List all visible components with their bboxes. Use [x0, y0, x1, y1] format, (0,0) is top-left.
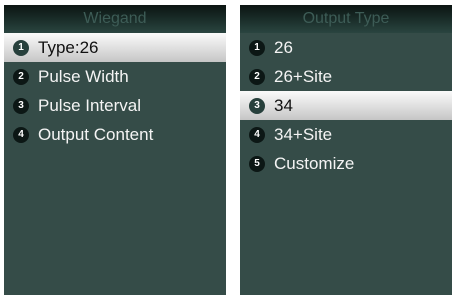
menu-item-label: 34 [274, 95, 293, 115]
number-1-icon: 1 [249, 39, 265, 56]
menu-item-label: Customize [274, 153, 355, 173]
menu-item-pulse-width[interactable]: 2 Pulse Width [4, 62, 226, 91]
number-4-icon: 4 [13, 126, 29, 143]
menu-item-26-site[interactable]: 2 26+Site [240, 62, 452, 91]
menu-item-34-site[interactable]: 4 34+Site [240, 120, 452, 149]
number-3-icon: 3 [249, 97, 265, 114]
menu-item-label: 34+Site [274, 124, 333, 144]
number-1-icon: 1 [13, 39, 29, 56]
menu-item-34[interactable]: 3 34 [240, 91, 452, 120]
menu-item-label: 26 [274, 37, 293, 57]
menu-item-pulse-interval[interactable]: 3 Pulse Interval [4, 91, 226, 120]
output-type-menu-title: Output Type [240, 5, 452, 33]
output-type-menu-panel: Output Type 1 26 2 26+Site 3 34 4 34+Sit… [240, 5, 452, 295]
menu-item-customize[interactable]: 5 Customize [240, 149, 452, 178]
screen: Wiegand 1 Type:26 2 Pulse Width 3 Pulse … [0, 0, 453, 297]
number-2-icon: 2 [13, 68, 29, 85]
number-3-icon: 3 [13, 97, 29, 114]
menu-item-26[interactable]: 1 26 [240, 33, 452, 62]
menu-item-label: 26+Site [274, 66, 333, 86]
wiegand-menu-title: Wiegand [4, 5, 226, 33]
menu-item-output-content[interactable]: 4 Output Content [4, 120, 226, 149]
number-4-icon: 4 [249, 126, 265, 143]
menu-item-label: Pulse Interval [38, 95, 141, 115]
wiegand-menu-panel: Wiegand 1 Type:26 2 Pulse Width 3 Pulse … [4, 5, 226, 295]
menu-item-label: Type:26 [38, 37, 99, 57]
number-2-icon: 2 [249, 68, 265, 85]
menu-item-type[interactable]: 1 Type:26 [4, 33, 226, 62]
number-5-icon: 5 [249, 155, 265, 172]
menu-item-label: Pulse Width [38, 66, 129, 86]
menu-item-label: Output Content [38, 124, 154, 144]
